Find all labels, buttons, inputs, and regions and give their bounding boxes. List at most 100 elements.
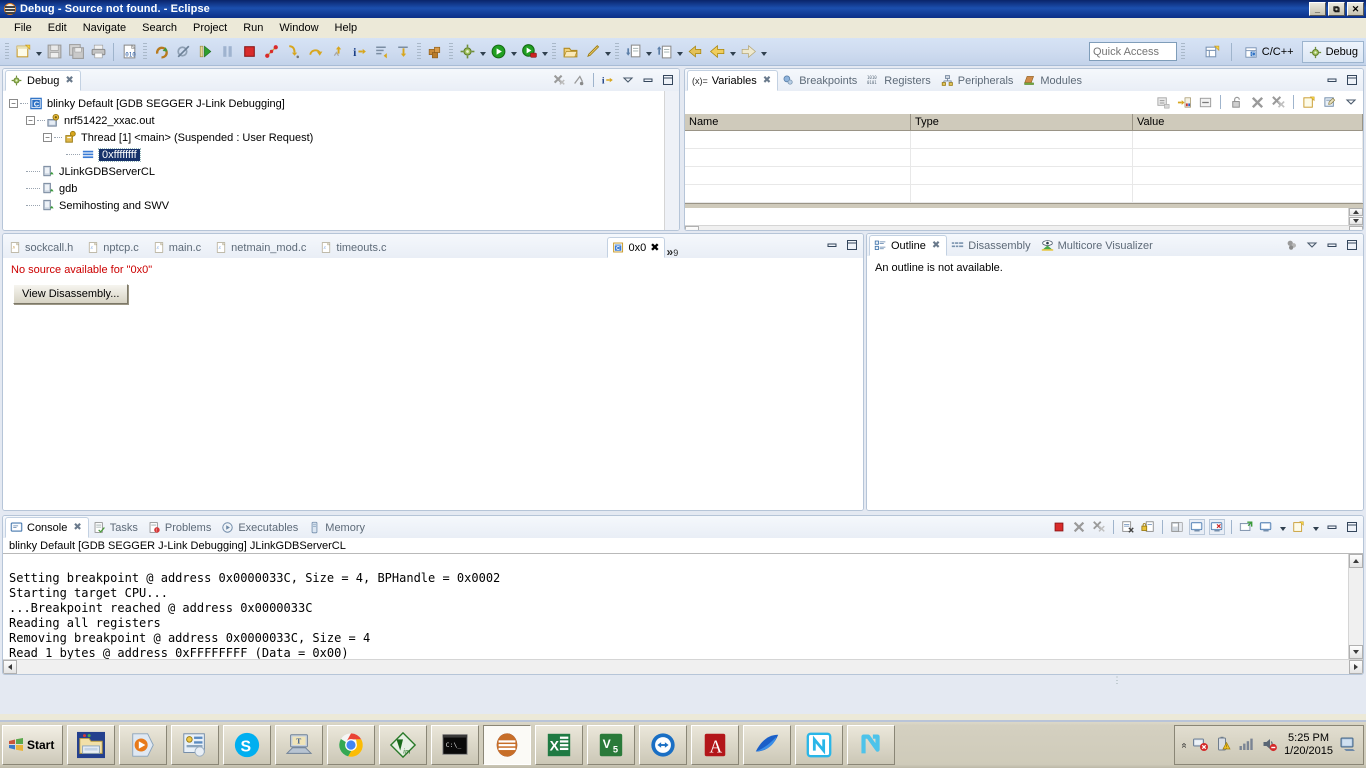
taskbar-item-media-player[interactable] xyxy=(119,725,168,765)
view-menu-icon[interactable] xyxy=(1304,237,1320,253)
scroll-right-button[interactable] xyxy=(1349,226,1363,230)
expander-icon[interactable]: − xyxy=(26,116,35,125)
tab-console[interactable]: Console ✖ xyxy=(5,517,89,538)
show-desktop-icon[interactable] xyxy=(1339,736,1357,755)
step-return-icon[interactable] xyxy=(326,41,348,63)
table-row[interactable] xyxy=(685,149,1363,167)
volume-muted-icon[interactable] xyxy=(1261,736,1278,755)
remove-all-terminated-icon[interactable] xyxy=(551,72,567,88)
new-console-view-icon[interactable] xyxy=(1291,519,1307,535)
unlock-icon[interactable] xyxy=(1228,94,1244,110)
show-logical-structure-icon[interactable] xyxy=(1197,94,1213,110)
taskbar-item-windows-explorer[interactable] xyxy=(67,725,116,765)
taskbar-item-google-chrome[interactable] xyxy=(327,725,376,765)
run-dropdown-icon[interactable] xyxy=(509,41,518,63)
maximize-icon[interactable] xyxy=(660,72,676,88)
network-error-icon[interactable] xyxy=(1192,736,1209,755)
view-menu-icon[interactable] xyxy=(1343,94,1359,110)
tab-outline[interactable]: Outline ✖ xyxy=(869,235,948,256)
tab-multicore-visualizer[interactable]: Multicore Visualizer xyxy=(1037,235,1159,256)
tab-registers[interactable]: 1010 0101 Registers xyxy=(863,70,936,91)
skip-breakpoints-icon[interactable] xyxy=(172,41,194,63)
tree-item-launch-config[interactable]: − C blinky Default [GDB SEGGER J-Link De… xyxy=(9,95,664,112)
new-icon[interactable] xyxy=(12,41,34,63)
step-into-icon[interactable] xyxy=(282,41,304,63)
show-console-on-output-icon[interactable] xyxy=(1189,519,1205,535)
maximize-icon[interactable] xyxy=(844,237,860,253)
expander-icon[interactable]: − xyxy=(9,99,18,108)
previous-annotation-dropdown-icon[interactable] xyxy=(675,41,684,63)
table-row[interactable] xyxy=(685,167,1363,185)
view-disassembly-button[interactable]: View Disassembly... xyxy=(13,284,129,304)
console-vertical-scrollbar[interactable] xyxy=(1348,554,1363,659)
back-icon[interactable] xyxy=(684,41,706,63)
open-console-icon[interactable] xyxy=(1238,519,1254,535)
open-type-icon[interactable] xyxy=(559,41,581,63)
save-all-icon[interactable] xyxy=(65,41,87,63)
taskbar-item-wireshark[interactable] xyxy=(743,725,792,765)
maximize-icon[interactable] xyxy=(1344,72,1360,88)
close-button[interactable]: ✕ xyxy=(1347,2,1364,16)
taskbar-item-remote-desktop[interactable]: T xyxy=(275,725,324,765)
taskbar-item-control-panel[interactable] xyxy=(171,725,220,765)
close-icon[interactable]: ✖ xyxy=(763,75,771,86)
sort-members-icon[interactable] xyxy=(1284,237,1300,253)
taskbar-item-excel[interactable]: X xyxy=(535,725,584,765)
column-header-value[interactable]: Value xyxy=(1133,114,1363,130)
console-horizontal-scrollbar[interactable] xyxy=(3,659,1363,674)
editor-tab-timeouts-c[interactable]: .c timeouts.c xyxy=(316,237,396,258)
tree-item-process-jlink[interactable]: JLinkGDBServerCL xyxy=(9,163,664,180)
run-last-tool-icon[interactable] xyxy=(518,41,540,63)
menu-window[interactable]: Window xyxy=(271,20,326,36)
taskbar-item-command-prompt[interactable]: C:\_ xyxy=(431,725,480,765)
relaunch-icon[interactable] xyxy=(571,72,587,88)
debug-config-icon[interactable] xyxy=(456,41,478,63)
menu-edit[interactable]: Edit xyxy=(40,20,75,36)
print-icon[interactable] xyxy=(87,41,109,63)
minimize-icon[interactable] xyxy=(1324,72,1340,88)
previous-annotation-icon[interactable] xyxy=(653,41,675,63)
show-console-on-error-icon[interactable] xyxy=(1209,519,1225,535)
clock[interactable]: 5:25 PM 1/20/2015 xyxy=(1284,732,1333,758)
menu-search[interactable]: Search xyxy=(134,20,185,36)
minimize-icon[interactable] xyxy=(1324,237,1340,253)
display-selected-console-icon[interactable] xyxy=(1258,519,1274,535)
run-last-tool-dropdown-icon[interactable] xyxy=(540,41,549,63)
terminate-icon[interactable] xyxy=(1051,519,1067,535)
editor-tab-main-c[interactable]: .c main.c xyxy=(149,237,211,258)
next-annotation-dropdown-icon[interactable] xyxy=(644,41,653,63)
debug-tree-vertical-scrollbar[interactable] xyxy=(664,91,679,230)
maximize-icon[interactable] xyxy=(1344,237,1360,253)
column-header-name[interactable]: Name xyxy=(685,114,911,130)
restart-icon[interactable] xyxy=(150,41,172,63)
close-icon[interactable]: ✖ xyxy=(650,241,659,254)
minimize-button[interactable]: _ xyxy=(1309,2,1326,16)
scroll-left-button[interactable] xyxy=(685,226,699,230)
suspend-icon[interactable] xyxy=(216,41,238,63)
toolbar-grip[interactable] xyxy=(5,42,9,61)
taskbar-item-acrobat-reader[interactable]: A xyxy=(691,725,740,765)
maximize-icon[interactable] xyxy=(1344,519,1360,535)
variables-vertical-scrollbar[interactable] xyxy=(1348,208,1363,225)
menu-run[interactable]: Run xyxy=(235,20,271,36)
variables-horizontal-scrollbar[interactable] xyxy=(685,225,1363,230)
menu-navigate[interactable]: Navigate xyxy=(75,20,134,36)
edit-expression-icon[interactable] xyxy=(1322,94,1338,110)
taskbar-item-gvim[interactable]: im xyxy=(379,725,428,765)
clear-console-icon[interactable] xyxy=(1120,519,1136,535)
perspective-debug[interactable]: Debug xyxy=(1301,41,1364,63)
remove-icon[interactable] xyxy=(1249,94,1265,110)
back-navigate-icon[interactable] xyxy=(706,41,728,63)
new-expression-icon[interactable] xyxy=(1301,94,1317,110)
console-output[interactable]: Setting breakpoint @ address 0x0000033C,… xyxy=(3,554,1348,659)
tab-variables[interactable]: (x)= Variables ✖ xyxy=(687,70,779,91)
show-type-names-icon[interactable] xyxy=(1176,94,1192,110)
tab-executables[interactable]: Executables xyxy=(217,517,304,538)
minimize-icon[interactable] xyxy=(1324,519,1340,535)
remove-all-launches-icon[interactable] xyxy=(1091,519,1107,535)
forward-dropdown-icon[interactable] xyxy=(759,41,768,63)
taskbar-item-teamviewer[interactable] xyxy=(639,725,688,765)
table-row[interactable] xyxy=(685,185,1363,203)
tab-breakpoints[interactable]: Breakpoints xyxy=(778,70,863,91)
tab-modules[interactable]: Modules xyxy=(1019,70,1088,91)
